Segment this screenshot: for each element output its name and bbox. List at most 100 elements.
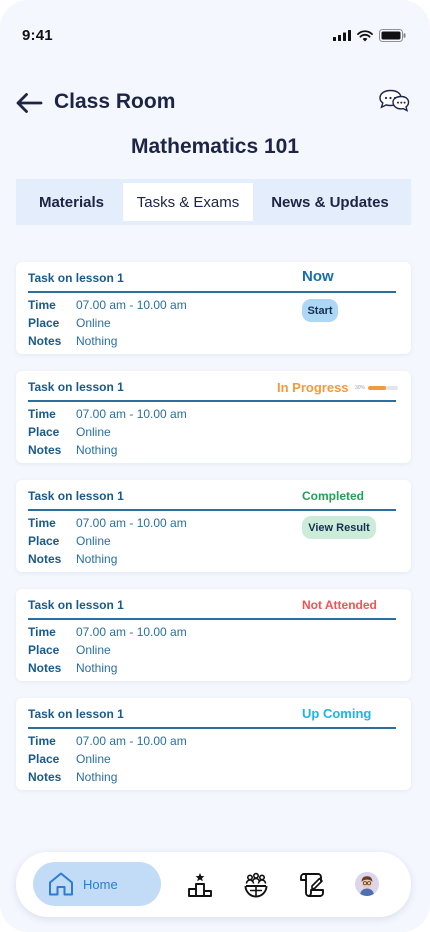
time-label: Time: [28, 734, 56, 748]
time-row: Time 07.00 am - 10.00 am: [28, 732, 187, 750]
notes-row: Notes Nothing: [28, 441, 187, 459]
task-list: Task on lesson 1 Now Time 07.00 am - 10.…: [16, 262, 411, 807]
place-label: Place: [28, 425, 60, 439]
notes-value: Nothing: [76, 552, 118, 566]
place-row: Place Online: [28, 532, 187, 550]
header: Class Room: [0, 84, 430, 124]
user-avatar-icon: [355, 872, 379, 896]
nav-home-button[interactable]: Home: [33, 862, 161, 906]
time-value: 07.00 am - 10.00 am: [76, 516, 187, 530]
nav-home-label: Home: [83, 877, 118, 892]
task-details: Time 07.00 am - 10.00 am Place Online No…: [28, 732, 187, 786]
notes-value: Nothing: [76, 334, 118, 348]
divider: [28, 509, 396, 511]
progress-indicator: 30%: [355, 385, 399, 391]
divider: [28, 400, 396, 402]
time-row: Time 07.00 am - 10.00 am: [28, 296, 187, 314]
start-button[interactable]: Start: [302, 299, 338, 322]
wifi-icon: [357, 29, 373, 41]
time-row: Time 07.00 am - 10.00 am: [28, 623, 187, 641]
place-value: Online: [76, 534, 111, 548]
status-in-progress: In Progress: [277, 380, 349, 395]
chat-bubbles-icon: [379, 89, 410, 112]
task-details: Time 07.00 am - 10.00 am Place Online No…: [28, 514, 187, 568]
divider: [28, 291, 396, 293]
view-result-button[interactable]: View Result: [302, 516, 376, 539]
notes-value: Nothing: [76, 443, 118, 457]
time-row: Time 07.00 am - 10.00 am: [28, 405, 187, 423]
status-now: Now: [302, 268, 334, 285]
page-title: Class Room: [54, 90, 176, 113]
status-completed: Completed: [302, 489, 365, 503]
notes-row: Notes Nothing: [28, 332, 187, 350]
time-label: Time: [28, 298, 56, 312]
progress-fill: [368, 386, 387, 390]
notes-label: Notes: [28, 552, 62, 566]
notes-value: Nothing: [76, 770, 118, 784]
task-title: Task on lesson 1: [28, 271, 124, 285]
time-value: 07.00 am - 10.00 am: [76, 298, 187, 312]
status-time: 9:41: [22, 27, 53, 44]
time-value: 07.00 am - 10.00 am: [76, 625, 187, 639]
task-details: Time 07.00 am - 10.00 am Place Online No…: [28, 405, 187, 459]
notes-label: Notes: [28, 770, 62, 784]
progress-percent: 30%: [355, 385, 366, 391]
tab-materials[interactable]: Materials: [20, 183, 123, 221]
bottom-nav: Home: [16, 852, 411, 917]
status-not-attended: Not Attended: [302, 598, 377, 612]
divider: [28, 618, 396, 620]
task-details: Time 07.00 am - 10.00 am Place Online No…: [28, 623, 187, 677]
time-label: Time: [28, 407, 56, 421]
place-label: Place: [28, 643, 60, 657]
notes-label: Notes: [28, 443, 62, 457]
assignment-icon[interactable]: [298, 871, 326, 899]
notes-value: Nothing: [76, 661, 118, 675]
task-title: Task on lesson 1: [28, 489, 124, 503]
place-value: Online: [76, 643, 111, 657]
place-value: Online: [76, 752, 111, 766]
place-label: Place: [28, 534, 60, 548]
time-value: 07.00 am - 10.00 am: [76, 734, 187, 748]
tab-news-updates[interactable]: News & Updates: [253, 183, 407, 221]
tab-tasks-exams[interactable]: Tasks & Exams: [123, 183, 253, 221]
place-label: Place: [28, 316, 60, 330]
task-title: Task on lesson 1: [28, 707, 124, 721]
place-row: Place Online: [28, 423, 187, 441]
place-value: Online: [76, 316, 111, 330]
tab-bar: Materials Tasks & Exams News & Updates: [16, 179, 411, 225]
task-card[interactable]: Task on lesson 1 Completed Time 07.00 am…: [16, 480, 411, 572]
notes-label: Notes: [28, 661, 62, 675]
task-title: Task on lesson 1: [28, 598, 124, 612]
community-icon[interactable]: [242, 871, 270, 899]
task-card[interactable]: Task on lesson 1 Not Attended Time 07.00…: [16, 589, 411, 681]
task-card[interactable]: Task on lesson 1 In Progress 30% Time 07…: [16, 371, 411, 463]
place-row: Place Online: [28, 750, 187, 768]
notes-row: Notes Nothing: [28, 550, 187, 568]
home-icon: [49, 872, 73, 896]
task-card[interactable]: Task on lesson 1 Now Time 07.00 am - 10.…: [16, 262, 411, 354]
notes-row: Notes Nothing: [28, 659, 187, 677]
task-details: Time 07.00 am - 10.00 am Place Online No…: [28, 296, 187, 350]
divider: [28, 727, 396, 729]
back-arrow-icon: [16, 93, 43, 113]
avatar[interactable]: [355, 872, 379, 896]
back-button[interactable]: [14, 88, 44, 118]
status-icons: [333, 29, 406, 42]
status-up-coming: Up Coming: [302, 706, 372, 721]
place-row: Place Online: [28, 314, 187, 332]
chat-button[interactable]: [376, 88, 410, 118]
notes-label: Notes: [28, 334, 62, 348]
task-title: Task on lesson 1: [28, 380, 124, 394]
battery-icon: [379, 29, 406, 42]
time-value: 07.00 am - 10.00 am: [76, 407, 187, 421]
status-bar: 9:41: [0, 0, 430, 60]
time-row: Time 07.00 am - 10.00 am: [28, 514, 187, 532]
notes-row: Notes Nothing: [28, 768, 187, 786]
task-card[interactable]: Task on lesson 1 Up Coming Time 07.00 am…: [16, 698, 411, 790]
place-row: Place Online: [28, 641, 187, 659]
time-label: Time: [28, 516, 56, 530]
place-value: Online: [76, 425, 111, 439]
leaderboard-icon[interactable]: [186, 871, 214, 899]
course-title: Mathematics 101: [130, 135, 300, 158]
phone-screen: 9:41 Class Room Mathematics 101 Material…: [0, 0, 430, 932]
